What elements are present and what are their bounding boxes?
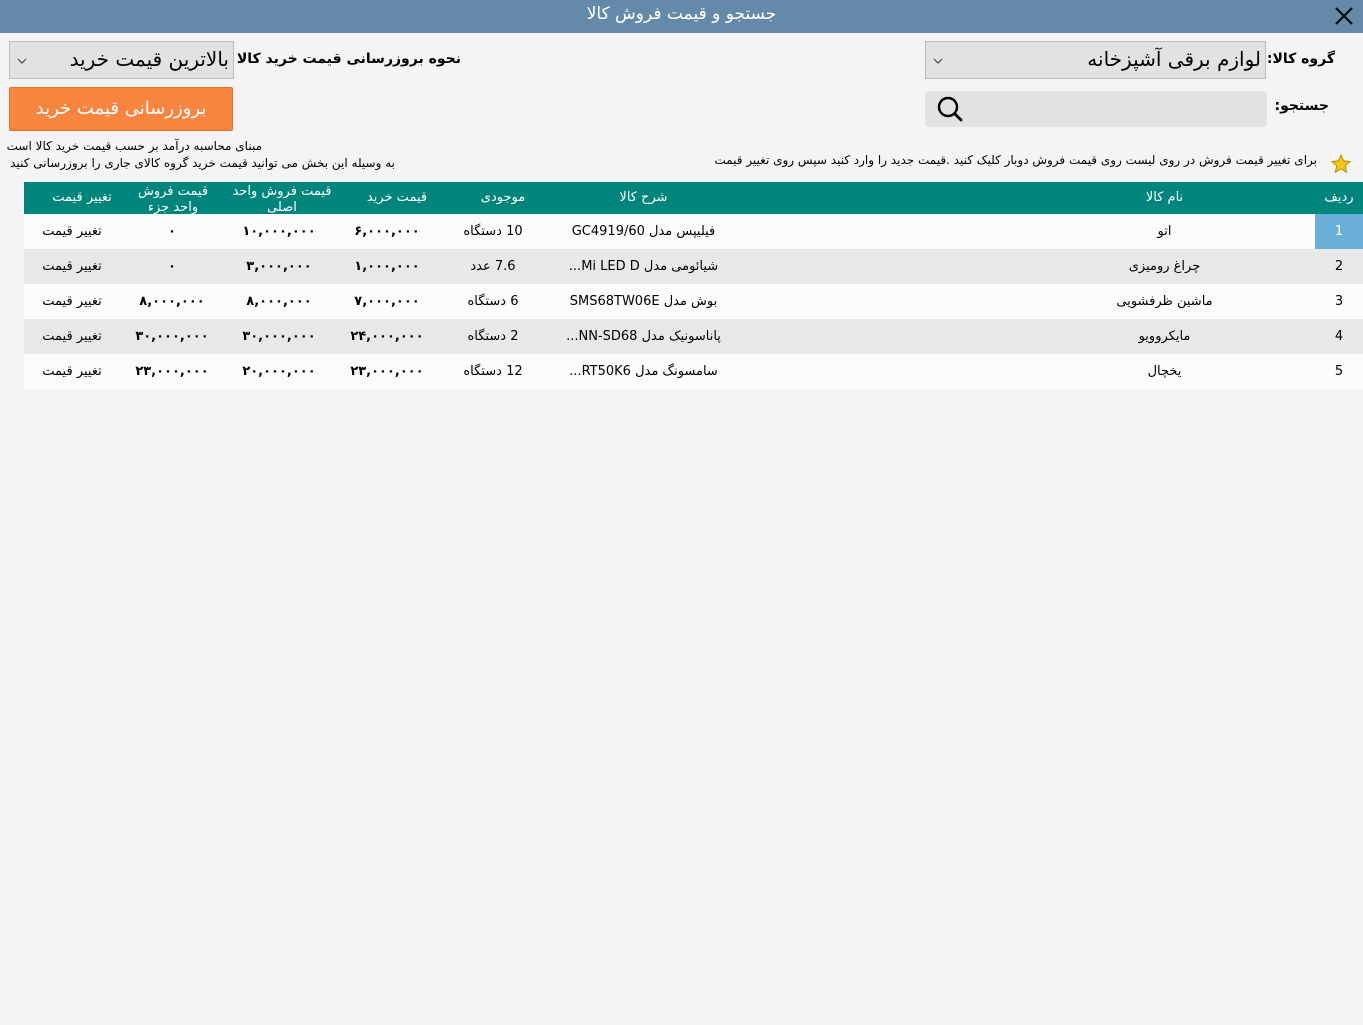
col-header-buy[interactable]: قیمت خرید bbox=[344, 182, 450, 214]
col-header-row[interactable]: ردیف bbox=[1315, 182, 1363, 214]
group-select[interactable]: لوازم برقی آشپزخانه bbox=[925, 41, 1266, 79]
update-purchase-price-button[interactable]: بروزرسانی قیمت خرید bbox=[9, 87, 233, 131]
cell-desc: فیلیپس مدل GC4919/60 bbox=[571, 224, 716, 239]
col-header-change[interactable]: تغییر قیمت bbox=[24, 182, 140, 214]
cell-sell-wholesale[interactable]: ۸,۰۰۰,۰۰۰ bbox=[226, 284, 332, 319]
cell-stock: 12 دستگاه bbox=[463, 364, 523, 379]
cell-desc: بوش مدل SMS68TW06E bbox=[569, 294, 718, 309]
update-method-value: بالاترین قیمت خرید bbox=[69, 47, 229, 71]
table-row[interactable]: 4 مایکروویو پاناسونیک مدل NN-SD68... 2 دستگ… bbox=[24, 319, 1363, 354]
cell-stock: 6 دستگاه bbox=[467, 294, 519, 309]
change-price-link[interactable]: تغییر قیمت bbox=[24, 284, 120, 319]
change-price-link[interactable]: تغییر قیمت bbox=[24, 249, 120, 284]
cell-desc: پاناسونیک مدل NN-SD68... bbox=[566, 329, 721, 344]
window-title: جستجو و قیمت فروش کالا bbox=[586, 4, 777, 24]
title-bar: جستجو و قیمت فروش کالا bbox=[0, 0, 1363, 33]
close-icon[interactable] bbox=[1331, 3, 1357, 29]
cell-name: اتو bbox=[1157, 224, 1172, 239]
cell-name: ماشین ظرفشویی bbox=[1116, 294, 1213, 309]
cell-sell-wholesale[interactable]: ۲۰,۰۰۰,۰۰۰ bbox=[226, 354, 332, 389]
col-header-stock[interactable]: موجودی bbox=[450, 182, 556, 214]
tip-text: برای تغییر قیمت فروش در روی لیست روی قیم… bbox=[714, 153, 1317, 167]
cell-row: 4 bbox=[1334, 329, 1344, 344]
update-method-select[interactable]: بالاترین قیمت خرید bbox=[9, 41, 234, 79]
cell-sell-wholesale[interactable]: ۱۰,۰۰۰,۰۰۰ bbox=[226, 214, 332, 249]
change-price-link[interactable]: تغییر قیمت bbox=[24, 214, 120, 249]
products-table: ردیف نام کالا شرح کالا موجودی قیمت خرید … bbox=[24, 182, 1363, 389]
search-label: جستجو: bbox=[1274, 98, 1329, 114]
cell-sell-wholesale[interactable]: ۳,۰۰۰,۰۰۰ bbox=[226, 249, 332, 284]
cell-row: 1 bbox=[1315, 214, 1363, 249]
group-select-value: لوازم برقی آشپزخانه bbox=[1087, 47, 1261, 71]
search-input[interactable] bbox=[972, 92, 1266, 126]
update-method-label: نحوه بروزرسانی قیمت خرید کالا : bbox=[226, 51, 461, 67]
cell-buy: ۲۳,۰۰۰,۰۰۰ bbox=[350, 364, 424, 379]
table-row[interactable]: 3 ماشین ظرفشویی بوش مدل SMS68TW06E 6 دستگاه… bbox=[24, 284, 1363, 319]
star-icon bbox=[1330, 153, 1352, 174]
cell-name: چراغ رومیزی bbox=[1128, 259, 1201, 274]
cell-row: 3 bbox=[1334, 294, 1344, 309]
cell-sell-retail[interactable]: ۰ bbox=[122, 214, 222, 249]
chevron-down-icon bbox=[17, 58, 27, 64]
cell-name: مایکروویو bbox=[1138, 329, 1191, 344]
cell-sell-retail[interactable]: ۸,۰۰۰,۰۰۰ bbox=[122, 284, 222, 319]
cell-buy: ۶,۰۰۰,۰۰۰ bbox=[354, 224, 420, 239]
cell-stock: 7.6 عدد bbox=[470, 259, 516, 274]
cell-row: 5 bbox=[1334, 364, 1344, 379]
col-header-desc[interactable]: شرح کالا bbox=[539, 182, 748, 214]
table-row[interactable]: 5 یخچال سامسونگ مدل RT50K6... 12 دستگاه ۲۳,۰… bbox=[24, 354, 1363, 389]
chevron-down-icon bbox=[933, 58, 943, 64]
cell-desc: شیائومی مدل Mi LED D... bbox=[568, 259, 719, 274]
group-label: گروه کالا: bbox=[1266, 51, 1335, 67]
change-price-link[interactable]: تغییر قیمت bbox=[24, 354, 120, 389]
cell-desc: سامسونگ مدل RT50K6... bbox=[569, 364, 718, 379]
cell-buy: ۷,۰۰۰,۰۰۰ bbox=[354, 294, 420, 309]
cell-stock: 2 دستگاه bbox=[467, 329, 519, 344]
cell-sell-retail[interactable]: ۰ bbox=[122, 249, 222, 284]
cell-sell-retail[interactable]: ۲۳,۰۰۰,۰۰۰ bbox=[122, 354, 222, 389]
table-row[interactable]: 1 اتو فیلیپس مدل GC4919/60 10 دستگاه ۶,۰۰۰,۰… bbox=[24, 214, 1363, 249]
cell-sell-wholesale[interactable]: ۳۰,۰۰۰,۰۰۰ bbox=[226, 319, 332, 354]
table-header: ردیف نام کالا شرح کالا موجودی قیمت خرید … bbox=[24, 182, 1363, 214]
info-line-2: به وسیله این بخش می توانید قیمت خرید گرو… bbox=[10, 156, 395, 170]
col-header-sell-wholesale[interactable]: قیمت فروش واحد اصلی bbox=[229, 182, 335, 214]
cell-buy: ۲۴,۰۰۰,۰۰۰ bbox=[350, 329, 424, 344]
cell-buy: ۱,۰۰۰,۰۰۰ bbox=[354, 259, 420, 274]
cell-sell-retail[interactable]: ۳۰,۰۰۰,۰۰۰ bbox=[122, 319, 222, 354]
table-row[interactable]: 2 چراغ رومیزی شیائومی مدل Mi LED D... 7.6 ع… bbox=[24, 249, 1363, 284]
col-header-name[interactable]: نام کالا bbox=[1014, 182, 1315, 214]
cell-stock: 10 دستگاه bbox=[463, 224, 523, 239]
change-price-link[interactable]: تغییر قیمت bbox=[24, 319, 120, 354]
cell-name: یخچال bbox=[1147, 364, 1182, 379]
search-icon[interactable] bbox=[926, 92, 972, 126]
cell-row: 2 bbox=[1334, 259, 1344, 274]
info-line-1: مبنای محاسبه درآمد بر حسب قیمت خرید کالا… bbox=[6, 139, 262, 153]
